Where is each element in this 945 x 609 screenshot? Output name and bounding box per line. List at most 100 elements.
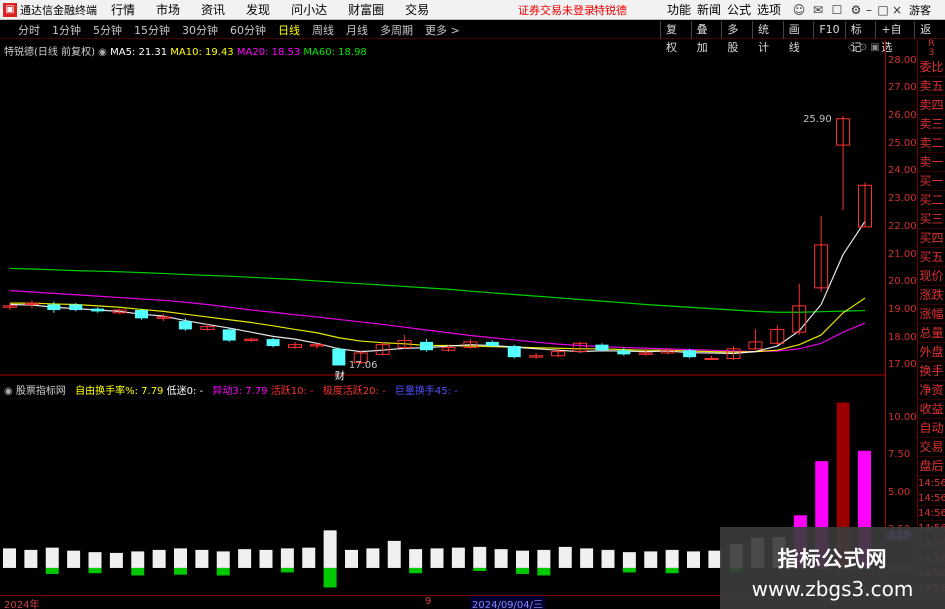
ma20-line	[9, 290, 866, 353]
menu-item-market[interactable]: 市场	[156, 1, 180, 18]
side-panel-item[interactable]: 14:56	[918, 476, 945, 491]
candle-body	[683, 350, 697, 358]
period-1min[interactable]: 1分钟	[50, 22, 83, 38]
login-warning[interactable]: 证券交易未登录	[518, 2, 595, 18]
side-panel-item[interactable]: 涨跌	[918, 286, 945, 305]
side-panel-item[interactable]: 收益	[918, 400, 945, 419]
side-panel-item[interactable]: 涨幅	[918, 305, 945, 324]
volume-tick: 5.00	[888, 486, 911, 498]
f10-button[interactable]: F10	[813, 21, 844, 39]
menu-item-discover[interactable]: 发现	[246, 1, 270, 18]
menu-news[interactable]: 新闻	[697, 1, 721, 18]
fq-button[interactable]: 复权	[660, 21, 691, 54]
period-intraday[interactable]: 分时	[16, 22, 42, 38]
low-price-label: 17.06	[349, 360, 378, 371]
side-panel-item[interactable]: 买五	[918, 248, 945, 267]
minimize-icon[interactable]: –	[862, 3, 876, 17]
menu-item-news[interactable]: 资讯	[201, 1, 225, 18]
draw-button[interactable]: 画线	[782, 21, 814, 54]
menu-item-ask[interactable]: 问小达	[291, 1, 327, 18]
side-panel-item[interactable]: 卖四	[918, 96, 945, 115]
side-panel-item[interactable]: 现价	[918, 267, 945, 286]
mark-button[interactable]: 标记	[844, 21, 876, 54]
price-tick: 17.00	[888, 359, 917, 371]
stock-title[interactable]: 特锐德(日线 前复权)	[4, 47, 95, 58]
chart-toolbar: 复权 叠加 多股 统计 画线 F10 标记 +自选 返回	[660, 21, 945, 54]
settings-dot-icon[interactable]: ◉	[98, 47, 107, 58]
app-logo-icon: ▣	[3, 2, 17, 17]
guest-label[interactable]: 游客	[909, 2, 931, 18]
side-panel-item[interactable]: 委比	[918, 58, 945, 77]
period-15min[interactable]: 15分钟	[132, 22, 172, 38]
finance-marker[interactable]: 财	[335, 369, 345, 382]
quote-side-panel: R 3 委比 卖五 卖四 卖三 卖二 卖一 买一 买二 买三 买四 买五 现价 涨跌 涨幅 总量 外盘 换手 净资…	[917, 40, 945, 596]
message-icon[interactable]: ✉	[811, 3, 825, 17]
turnover-bar	[174, 548, 187, 568]
period-30min[interactable]: 30分钟	[180, 22, 220, 38]
menu-item-trade[interactable]: 交易	[405, 1, 429, 18]
overlay-button[interactable]: 叠加	[690, 21, 722, 54]
turnover-bar	[622, 552, 636, 568]
settings-dot-icon[interactable]: ◉	[4, 386, 13, 397]
close-icon[interactable]: ×	[890, 3, 904, 17]
side-panel-item[interactable]: 买二	[918, 191, 945, 210]
period-60min[interactable]: 60分钟	[228, 22, 268, 38]
period-multi[interactable]: 多周期	[378, 22, 415, 38]
turnover-bar	[366, 548, 380, 568]
period-daily[interactable]: 日线	[276, 22, 302, 38]
side-panel-item[interactable]: 外盘	[918, 343, 945, 362]
menu-function[interactable]: 功能	[667, 1, 691, 18]
turnover-neg-bar	[88, 567, 102, 574]
turnover-bar	[259, 549, 273, 568]
period-5min[interactable]: 5分钟	[91, 22, 124, 38]
candle-body	[178, 321, 192, 330]
side-panel-item[interactable]: 14:56	[918, 506, 945, 521]
menu-item-wealth[interactable]: 财富圈	[348, 1, 384, 18]
side-panel-item[interactable]: 净资	[918, 381, 945, 400]
kline-chart[interactable]: 25.90 17.06 财	[0, 40, 885, 595]
side-panel-item[interactable]: 总量	[918, 324, 945, 343]
back-button[interactable]: 返回	[914, 21, 945, 54]
period-more[interactable]: 更多 >	[423, 22, 462, 38]
menu-formula[interactable]: 公式	[727, 1, 751, 18]
side-panel-item[interactable]: 买一	[918, 172, 945, 191]
chart-corner-icons[interactable]: ◇ ⊙ ▣	[848, 42, 880, 53]
add-watchlist-button[interactable]: +自选	[875, 21, 914, 54]
side-panel-item[interactable]: 卖一	[918, 153, 945, 172]
multi-stock-button[interactable]: 多股	[721, 21, 752, 54]
high-price-label: 25.90	[803, 114, 832, 125]
price-tick: 27.00	[888, 82, 917, 94]
maximize-icon[interactable]: □	[876, 3, 890, 17]
side-panel-item[interactable]: 交易	[918, 438, 945, 457]
turnover-bar	[195, 549, 209, 568]
candle-body	[69, 304, 83, 311]
user-icon[interactable]: ☺	[792, 3, 806, 17]
settings-icon[interactable]: ⚙	[849, 3, 863, 17]
side-panel-item[interactable]: 买三	[918, 210, 945, 229]
mail-icon[interactable]: ☐	[830, 3, 844, 17]
ma5-line	[9, 220, 866, 355]
turnover-neg-bar	[665, 567, 679, 574]
side-panel-item[interactable]: 买四	[918, 229, 945, 248]
period-monthly[interactable]: 月线	[344, 22, 370, 38]
side-panel-item[interactable]: 卖五	[918, 77, 945, 96]
huge-turnover-value: 巨量换手45: -	[394, 386, 458, 397]
menu-item-quotes[interactable]: 行情	[111, 1, 135, 18]
month-label: 9	[425, 596, 432, 607]
turnover-bar	[537, 549, 551, 568]
ma60-value: MA60: 18.98	[303, 47, 367, 58]
menu-options[interactable]: 选项	[757, 1, 781, 18]
price-tick: 21.00	[888, 248, 917, 260]
side-panel-item[interactable]: 14:56	[918, 491, 945, 506]
candle-body	[332, 348, 346, 366]
indicator-name[interactable]: 股票指标网	[16, 386, 66, 397]
stats-button[interactable]: 统计	[752, 21, 783, 54]
period-weekly[interactable]: 周线	[310, 22, 336, 38]
side-panel-item[interactable]: 卖二	[918, 134, 945, 153]
side-panel-item[interactable]: 卖三	[918, 115, 945, 134]
side-panel-item[interactable]: 换手	[918, 362, 945, 381]
low-value: 低迷0: -	[166, 386, 204, 397]
side-panel-item[interactable]: 盘后	[918, 457, 945, 476]
side-panel-item[interactable]: 自动	[918, 419, 945, 438]
turnover-bar	[109, 552, 123, 568]
